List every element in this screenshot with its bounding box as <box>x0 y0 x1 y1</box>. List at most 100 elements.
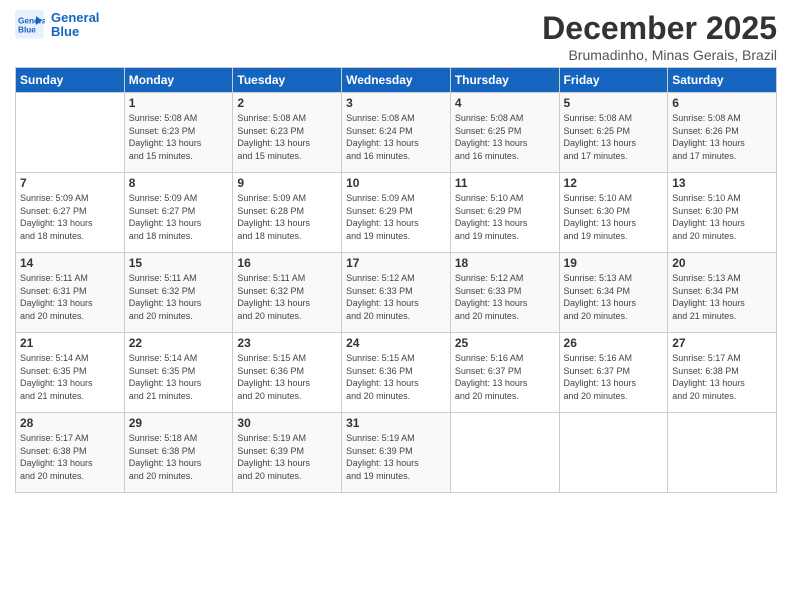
day-number: 5 <box>564 96 664 110</box>
day-info: Sunrise: 5:15 AM Sunset: 6:36 PM Dayligh… <box>237 352 337 402</box>
day-number: 11 <box>455 176 555 190</box>
month-title: December 2025 <box>542 10 777 47</box>
calendar-cell: 2 Sunrise: 5:08 AM Sunset: 6:23 PM Daylig… <box>233 93 342 173</box>
day-info: Sunrise: 5:12 AM Sunset: 6:33 PM Dayligh… <box>346 272 446 322</box>
logo-line2: Blue <box>51 25 99 39</box>
day-number: 12 <box>564 176 664 190</box>
day-info: Sunrise: 5:18 AM Sunset: 6:38 PM Dayligh… <box>129 432 229 482</box>
day-header-sunday: Sunday <box>16 68 125 93</box>
day-info: Sunrise: 5:11 AM Sunset: 6:32 PM Dayligh… <box>129 272 229 322</box>
calendar-cell: 29 Sunrise: 5:18 AM Sunset: 6:38 PM Dayli… <box>124 413 233 493</box>
calendar-cell: 3Sunrise: 5:08 AM Sunset: 6:24 PM Daylig… <box>342 93 451 173</box>
calendar-cell: 22Sunrise: 5:14 AM Sunset: 6:35 PM Dayli… <box>124 333 233 413</box>
day-header-wednesday: Wednesday <box>342 68 451 93</box>
day-info: Sunrise: 5:08 AM Sunset: 6:25 PM Dayligh… <box>455 112 555 162</box>
day-info: Sunrise: 5:10 AM Sunset: 6:30 PM Dayligh… <box>672 192 772 242</box>
day-number: 19 <box>564 256 664 270</box>
day-info: Sunrise: 5:19 AM Sunset: 6:39 PM Dayligh… <box>346 432 446 482</box>
day-number: 15 <box>129 256 229 270</box>
title-block: December 2025 Brumadinho, Minas Gerais, … <box>542 10 777 63</box>
day-info: Sunrise: 5:08 AM Sunset: 6:23 PM Dayligh… <box>129 112 229 162</box>
calendar-cell: 15 Sunrise: 5:11 AM Sunset: 6:32 PM Dayli… <box>124 253 233 333</box>
calendar-cell: 8 Sunrise: 5:09 AM Sunset: 6:27 PM Daylig… <box>124 173 233 253</box>
day-info: Sunrise: 5:16 AM Sunset: 6:37 PM Dayligh… <box>564 352 664 402</box>
calendar-cell <box>16 93 125 173</box>
day-info: Sunrise: 5:12 AM Sunset: 6:33 PM Dayligh… <box>455 272 555 322</box>
calendar-week-1: 7 Sunrise: 5:09 AM Sunset: 6:27 PM Daylig… <box>16 173 777 253</box>
day-info: Sunrise: 5:14 AM Sunset: 6:35 PM Dayligh… <box>20 352 120 402</box>
day-number: 23 <box>237 336 337 350</box>
day-number: 18 <box>455 256 555 270</box>
day-number: 30 <box>237 416 337 430</box>
calendar-week-4: 28 Sunrise: 5:17 AM Sunset: 6:38 PM Dayli… <box>16 413 777 493</box>
calendar-week-2: 14Sunrise: 5:11 AM Sunset: 6:31 PM Dayli… <box>16 253 777 333</box>
calendar-table: SundayMondayTuesdayWednesdayThursdayFrid… <box>15 67 777 493</box>
calendar-cell: 31 Sunrise: 5:19 AM Sunset: 6:39 PM Dayli… <box>342 413 451 493</box>
calendar-cell <box>450 413 559 493</box>
day-info: Sunrise: 5:16 AM Sunset: 6:37 PM Dayligh… <box>455 352 555 402</box>
calendar-cell: 5 Sunrise: 5:08 AM Sunset: 6:25 PM Daylig… <box>559 93 668 173</box>
calendar-cell: 13 Sunrise: 5:10 AM Sunset: 6:30 PM Dayli… <box>668 173 777 253</box>
day-info: Sunrise: 5:15 AM Sunset: 6:36 PM Dayligh… <box>346 352 446 402</box>
day-number: 4 <box>455 96 555 110</box>
day-info: Sunrise: 5:08 AM Sunset: 6:23 PM Dayligh… <box>237 112 337 162</box>
calendar-cell <box>668 413 777 493</box>
calendar-cell: 21 Sunrise: 5:14 AM Sunset: 6:35 PM Dayli… <box>16 333 125 413</box>
calendar-cell: 4 Sunrise: 5:08 AM Sunset: 6:25 PM Daylig… <box>450 93 559 173</box>
day-number: 2 <box>237 96 337 110</box>
calendar-cell: 23 Sunrise: 5:15 AM Sunset: 6:36 PM Dayli… <box>233 333 342 413</box>
calendar-cell: 1 Sunrise: 5:08 AM Sunset: 6:23 PM Daylig… <box>124 93 233 173</box>
day-number: 13 <box>672 176 772 190</box>
day-number: 6 <box>672 96 772 110</box>
day-info: Sunrise: 5:17 AM Sunset: 6:38 PM Dayligh… <box>672 352 772 402</box>
day-number: 8 <box>129 176 229 190</box>
day-number: 9 <box>237 176 337 190</box>
day-header-thursday: Thursday <box>450 68 559 93</box>
day-info: Sunrise: 5:08 AM Sunset: 6:24 PM Dayligh… <box>346 112 446 162</box>
calendar-cell: 20 Sunrise: 5:13 AM Sunset: 6:34 PM Dayli… <box>668 253 777 333</box>
day-number: 28 <box>20 416 120 430</box>
day-number: 31 <box>346 416 446 430</box>
day-header-saturday: Saturday <box>668 68 777 93</box>
calendar-cell: 9 Sunrise: 5:09 AM Sunset: 6:28 PM Daylig… <box>233 173 342 253</box>
day-number: 26 <box>564 336 664 350</box>
day-info: Sunrise: 5:09 AM Sunset: 6:28 PM Dayligh… <box>237 192 337 242</box>
day-header-tuesday: Tuesday <box>233 68 342 93</box>
svg-text:Blue: Blue <box>18 26 36 35</box>
calendar-cell: 30 Sunrise: 5:19 AM Sunset: 6:39 PM Dayli… <box>233 413 342 493</box>
calendar-cell: 27 Sunrise: 5:17 AM Sunset: 6:38 PM Dayli… <box>668 333 777 413</box>
day-info: Sunrise: 5:10 AM Sunset: 6:30 PM Dayligh… <box>564 192 664 242</box>
calendar-cell: 10 Sunrise: 5:09 AM Sunset: 6:29 PM Dayli… <box>342 173 451 253</box>
day-info: Sunrise: 5:09 AM Sunset: 6:27 PM Dayligh… <box>20 192 120 242</box>
calendar-cell: 28 Sunrise: 5:17 AM Sunset: 6:38 PM Dayli… <box>16 413 125 493</box>
day-number: 16 <box>237 256 337 270</box>
calendar-cell: 19 Sunrise: 5:13 AM Sunset: 6:34 PM Dayli… <box>559 253 668 333</box>
calendar-cell <box>559 413 668 493</box>
logo: General Blue General Blue <box>15 10 99 40</box>
day-number: 27 <box>672 336 772 350</box>
logo-line1: General <box>51 11 99 25</box>
day-info: Sunrise: 5:13 AM Sunset: 6:34 PM Dayligh… <box>564 272 664 322</box>
day-number: 29 <box>129 416 229 430</box>
calendar-cell: 16 Sunrise: 5:11 AM Sunset: 6:32 PM Dayli… <box>233 253 342 333</box>
calendar-cell: 18 Sunrise: 5:12 AM Sunset: 6:33 PM Dayli… <box>450 253 559 333</box>
day-info: Sunrise: 5:19 AM Sunset: 6:39 PM Dayligh… <box>237 432 337 482</box>
calendar-header: SundayMondayTuesdayWednesdayThursdayFrid… <box>16 68 777 93</box>
day-number: 21 <box>20 336 120 350</box>
day-number: 10 <box>346 176 446 190</box>
day-info: Sunrise: 5:09 AM Sunset: 6:29 PM Dayligh… <box>346 192 446 242</box>
day-info: Sunrise: 5:11 AM Sunset: 6:31 PM Dayligh… <box>20 272 120 322</box>
day-number: 25 <box>455 336 555 350</box>
day-info: Sunrise: 5:11 AM Sunset: 6:32 PM Dayligh… <box>237 272 337 322</box>
calendar-cell: 17Sunrise: 5:12 AM Sunset: 6:33 PM Dayli… <box>342 253 451 333</box>
day-info: Sunrise: 5:08 AM Sunset: 6:25 PM Dayligh… <box>564 112 664 162</box>
day-info: Sunrise: 5:17 AM Sunset: 6:38 PM Dayligh… <box>20 432 120 482</box>
day-info: Sunrise: 5:13 AM Sunset: 6:34 PM Dayligh… <box>672 272 772 322</box>
day-number: 7 <box>20 176 120 190</box>
calendar-cell: 25 Sunrise: 5:16 AM Sunset: 6:37 PM Dayli… <box>450 333 559 413</box>
calendar-week-0: 1 Sunrise: 5:08 AM Sunset: 6:23 PM Daylig… <box>16 93 777 173</box>
day-number: 20 <box>672 256 772 270</box>
day-number: 22 <box>129 336 229 350</box>
day-number: 1 <box>129 96 229 110</box>
day-info: Sunrise: 5:09 AM Sunset: 6:27 PM Dayligh… <box>129 192 229 242</box>
